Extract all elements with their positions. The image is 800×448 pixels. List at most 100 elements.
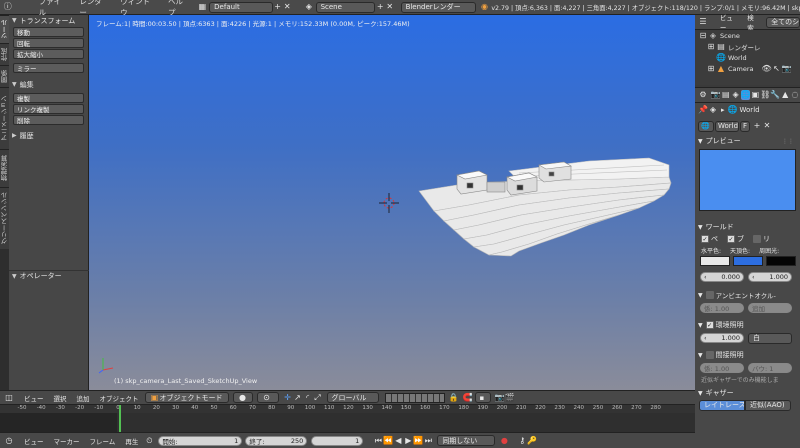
timeline-editor[interactable]: -50-40-30-20-100102030405060708090100110… [0, 405, 695, 432]
render-camera-icon[interactable]: 📷 [782, 64, 792, 74]
remove-layout-icon[interactable]: ✕ [282, 2, 292, 12]
ambient-color-swatch[interactable] [766, 256, 796, 266]
checkbox[interactable]: ✓ [727, 235, 735, 243]
render-view-icon[interactable]: 📷 [495, 393, 505, 403]
checkbox[interactable] [753, 235, 761, 243]
3d-viewport[interactable]: フレーム:1| 時間:00:03.50 | 頂点:6363 | 面:4226 |… [89, 15, 695, 390]
object-menu[interactable]: オブジェクト [100, 393, 139, 403]
raytrace-button[interactable]: レイトレース [699, 399, 745, 411]
blend-sky-check[interactable]: ✓ ブ [727, 234, 744, 244]
rotate-button[interactable]: 回転 [13, 38, 84, 48]
paper-sky-check[interactable]: ✓ ペ [701, 234, 718, 244]
visibility-eye-icon[interactable]: 👁 [761, 64, 771, 74]
layout-select[interactable]: Default [209, 1, 273, 13]
tab-animation[interactable]: アニメーション [0, 87, 9, 149]
add-scene-icon[interactable]: + [375, 2, 385, 12]
snap-target-select[interactable]: ▪ [474, 392, 491, 403]
play-icon[interactable]: ▶ [403, 436, 413, 446]
tab-relations[interactable]: 関係 [0, 65, 9, 87]
pin-icon[interactable]: 📌 [698, 105, 708, 115]
gather-panel-header[interactable]: ▼ ギャザー [695, 387, 800, 399]
view-menu[interactable]: ビュー [24, 393, 44, 403]
timeline-playback-menu[interactable]: 再生 [125, 436, 138, 446]
timeline-frame-menu[interactable]: フレーム [90, 436, 116, 446]
env-energy-field[interactable]: ‹ 1.000 [700, 333, 744, 343]
duplicate-button[interactable]: 複製 [13, 93, 84, 103]
outliner-item-render-layers[interactable]: ⊞ ▤ レンダーレ [695, 41, 800, 52]
playhead[interactable] [118, 405, 121, 432]
keying-set-icon[interactable]: ⚷ [517, 436, 527, 446]
timeline-area[interactable] [0, 405, 695, 432]
scale-button[interactable]: 拡大縮小 [13, 49, 84, 59]
world-panel-header[interactable]: ▼ ワールド [695, 221, 800, 233]
data-tab-icon[interactable]: ▲ [780, 90, 790, 100]
checkbox[interactable]: ✓ [701, 235, 709, 243]
ao-blend-select[interactable]: 追加 [748, 303, 792, 313]
tab-physics[interactable]: 物理演算 [0, 149, 9, 187]
layout-grid-icon[interactable]: ▦ [198, 2, 208, 12]
mirror-button[interactable]: ミラー [13, 63, 84, 73]
world-tab-icon[interactable]: 🌐 [740, 90, 751, 100]
modifiers-tab-icon[interactable]: 🔧 [770, 90, 780, 100]
scene-tab-icon[interactable]: ◈ [731, 90, 741, 100]
shading-select[interactable]: ● [232, 392, 253, 403]
fake-user-button[interactable]: F [740, 120, 750, 132]
ao-panel-header[interactable]: ▼ アンビエントオクル- [695, 289, 800, 301]
translate-button[interactable]: 移動 [13, 27, 84, 37]
mode-select[interactable]: ▣ オブジェクトモード [144, 392, 229, 403]
outliner-item-camera[interactable]: ⊞ ▲ Camera 👁 ↖ 📷 [695, 63, 800, 74]
render-tab-icon[interactable]: 📷 [711, 90, 721, 100]
operator-panel-header[interactable]: ▼ オペレーター [9, 270, 89, 281]
current-frame-field[interactable]: 1 [311, 435, 364, 446]
render-anim-icon[interactable]: 🎬 [505, 393, 515, 403]
jump-keyframe-back-icon[interactable]: ⏪ [383, 436, 393, 446]
play-reverse-icon[interactable]: ◀ [393, 436, 403, 446]
tab-grease-pencil[interactable]: グリースペンシル [0, 187, 9, 249]
outliner[interactable]: ⊟ ◈ Scene ⊞ ▤ レンダーレ 🌐 World ⊞ ▲ Camera 👁… [695, 30, 800, 85]
world-name-field[interactable]: World [715, 120, 739, 132]
env-light-panel-header[interactable]: ▼ ✓ 環境照明 [695, 319, 800, 331]
edit-panel-header[interactable]: ▼ 編集 [9, 79, 88, 90]
scene-icon[interactable]: ◈ [304, 2, 314, 12]
preview-range-icon[interactable]: ⏲ [144, 436, 154, 446]
translate-manip-icon[interactable]: ↗ [293, 393, 303, 403]
collapse-icon[interactable]: ⊟ [698, 31, 708, 41]
blender-info-icon[interactable]: ⓘ [3, 2, 13, 12]
properties-editor-icon[interactable]: ⚙ [698, 90, 708, 100]
ao-factor-field[interactable]: 係: 1.00 [700, 303, 744, 313]
indirect-checkbox[interactable] [705, 351, 714, 359]
env-color-select[interactable]: 白 [748, 332, 792, 344]
zenith-color-swatch[interactable] [733, 256, 763, 266]
add-layout-icon[interactable]: + [273, 2, 283, 12]
horizon-color-swatch[interactable] [700, 256, 730, 266]
layer-lock-icon[interactable]: 🔒 [449, 393, 459, 403]
select-menu[interactable]: 選択 [54, 393, 67, 403]
start-frame-field[interactable]: 開始: 1 [158, 435, 243, 446]
indirect-bounce-field[interactable]: バウ: 1 [748, 363, 792, 373]
indirect-light-panel-header[interactable]: ▼ 間接照明 [695, 349, 800, 361]
record-icon[interactable]: ● [499, 436, 509, 446]
duplicate-linked-button[interactable]: リンク複製 [13, 104, 84, 114]
outliner-editor-icon[interactable]: ☰ [698, 17, 708, 27]
tab-tools[interactable]: ツール [0, 15, 9, 43]
indirect-factor-field[interactable]: 係: 1.00 [700, 363, 744, 373]
scene-select[interactable]: Scene [315, 1, 376, 13]
delete-button[interactable]: 削除 [13, 115, 84, 125]
approximate-button[interactable]: 近似(AAO) [745, 399, 791, 411]
scale-manip-icon[interactable]: ⤢ [313, 393, 323, 403]
history-panel-header[interactable]: ▶ 履歴 [9, 130, 88, 141]
expand-icon[interactable]: ⊞ [706, 64, 716, 74]
unlink-world-icon[interactable]: ✕ [762, 121, 772, 131]
layer-grid[interactable] [384, 392, 445, 403]
manipulator-toggle-icon[interactable]: ✛ [283, 393, 293, 403]
snap-icon[interactable]: 🧲 [463, 393, 473, 403]
jump-keyframe-forward-icon[interactable]: ⏩ [413, 436, 423, 446]
env-light-checkbox[interactable]: ✓ [705, 321, 714, 329]
new-world-icon[interactable]: + [752, 121, 762, 131]
editor-type-icon[interactable]: ◷ [4, 436, 14, 446]
add-menu[interactable]: 追加 [77, 393, 90, 403]
object-tab-icon[interactable]: ▣ [750, 90, 760, 100]
rotate-manip-icon[interactable]: ◜ [303, 393, 313, 403]
select-arrow-icon[interactable]: ↖ [772, 64, 782, 74]
sync-select[interactable]: 同期しない [437, 435, 496, 446]
